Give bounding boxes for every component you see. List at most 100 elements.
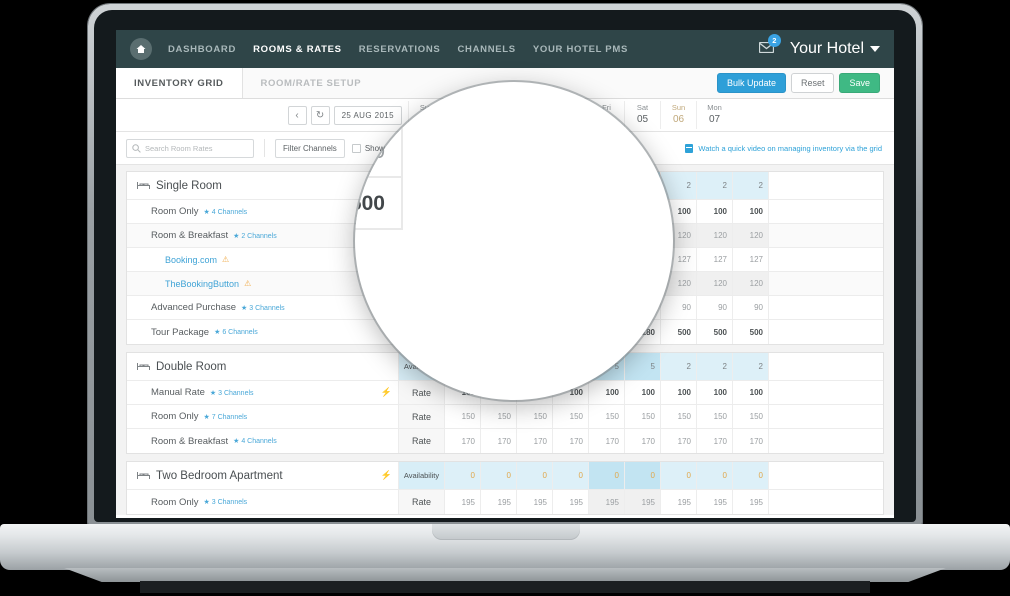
- rate-cell[interactable]: 195: [733, 490, 769, 514]
- rate-cell[interactable]: 100: [625, 381, 661, 404]
- day-header[interactable]: Sun 06: [660, 101, 696, 129]
- rate-cell[interactable]: 120: [733, 272, 769, 295]
- rate-cell[interactable]: 150: [661, 405, 697, 428]
- nav-link-your-hotel-pms[interactable]: YOUR HOTEL PMS: [533, 44, 628, 55]
- rate-cell[interactable]: 195: [661, 490, 697, 514]
- rate-cell[interactable]: 150: [445, 405, 481, 428]
- rate-cell[interactable]: 90: [733, 296, 769, 319]
- lens-rate-cell[interactable]: 600: [355, 178, 403, 228]
- rate-cell[interactable]: 150: [481, 405, 517, 428]
- availability-cell[interactable]: 0: [697, 462, 733, 489]
- channel-count[interactable]: ★ 2 Channels: [233, 232, 277, 240]
- rate-cell[interactable]: 170: [697, 429, 733, 453]
- bed-icon: [137, 472, 150, 479]
- rate-cell[interactable]: 500: [733, 320, 769, 344]
- channel-name[interactable]: Booking.com: [165, 255, 217, 265]
- availability-cell[interactable]: 0: [517, 462, 553, 489]
- availability-cell[interactable]: 0: [733, 462, 769, 489]
- rate-cell[interactable]: 170: [589, 429, 625, 453]
- availability-cell[interactable]: 2: [661, 353, 697, 380]
- hotel-name[interactable]: Your Hotel: [790, 40, 864, 58]
- nav-link-reservations[interactable]: RESERVATIONS: [359, 44, 441, 55]
- rate-cell[interactable]: 90: [661, 296, 697, 319]
- nav-link-dashboard[interactable]: DASHBOARD: [168, 44, 236, 55]
- rate-cell[interactable]: 127: [733, 248, 769, 271]
- rate-cell[interactable]: 150: [733, 405, 769, 428]
- availability-cell[interactable]: 5: [625, 353, 661, 380]
- lens-rate-cell[interactable]: 90: [355, 126, 403, 176]
- rate-cell[interactable]: 120: [733, 224, 769, 247]
- rate-cell[interactable]: 100: [589, 381, 625, 404]
- rate-cell[interactable]: 170: [481, 429, 517, 453]
- rate-cell[interactable]: 100: [697, 381, 733, 404]
- availability-cell[interactable]: 2: [697, 353, 733, 380]
- warning-icon[interactable]: ⚠: [244, 279, 251, 288]
- rate-cell[interactable]: 195: [589, 490, 625, 514]
- availability-cell[interactable]: 2: [733, 172, 769, 199]
- rate-cell[interactable]: 170: [661, 429, 697, 453]
- rate-cell[interactable]: 195: [625, 490, 661, 514]
- day-header[interactable]: Mon 07: [696, 101, 732, 129]
- rate-cell[interactable]: 100: [697, 200, 733, 223]
- watch-video-link[interactable]: Watch a quick video on managing inventor…: [685, 143, 882, 153]
- rate-cell[interactable]: 100: [661, 381, 697, 404]
- rate-cell[interactable]: 150: [697, 405, 733, 428]
- rate-cell[interactable]: 150: [553, 405, 589, 428]
- search-input[interactable]: Search Room Rates: [126, 138, 254, 158]
- cloud-home-icon[interactable]: [130, 38, 152, 60]
- refresh-icon[interactable]: ↻: [310, 105, 330, 125]
- chevron-left-icon[interactable]: ‹: [287, 105, 307, 125]
- rate-cell[interactable]: 127: [697, 248, 733, 271]
- filter-channels-button[interactable]: Filter Channels: [275, 138, 345, 158]
- rate-cell[interactable]: 170: [553, 429, 589, 453]
- channel-count[interactable]: ★ 4 Channels: [204, 208, 248, 216]
- rate-cell[interactable]: 500: [661, 320, 697, 344]
- availability-cell[interactable]: 0: [625, 462, 661, 489]
- channel-count[interactable]: ★ 3 Channels: [210, 389, 254, 397]
- reset-button[interactable]: Reset: [790, 72, 835, 94]
- rate-cell[interactable]: 120: [697, 224, 733, 247]
- envelope-icon[interactable]: 2: [758, 34, 781, 58]
- channel-count[interactable]: ★ 6 Channels: [214, 328, 258, 336]
- rate-cell[interactable]: 100: [733, 381, 769, 404]
- rate-cell[interactable]: 90: [697, 296, 733, 319]
- availability-cell[interactable]: 0: [661, 462, 697, 489]
- rate-cell[interactable]: 500: [697, 320, 733, 344]
- channel-count[interactable]: ★ 7 Channels: [204, 413, 248, 421]
- rate-cell[interactable]: 100: [733, 200, 769, 223]
- group-name: Two Bedroom Apartment: [156, 469, 283, 482]
- availability-cell[interactable]: 0: [481, 462, 517, 489]
- availability-cell[interactable]: 2: [733, 353, 769, 380]
- nav-link-rooms-rates[interactable]: ROOMS & RATES: [253, 44, 342, 55]
- save-button[interactable]: Save: [839, 72, 880, 94]
- rate-cell[interactable]: 120: [697, 272, 733, 295]
- tab-inventory-grid[interactable]: INVENTORY GRID: [116, 68, 243, 98]
- rate-cell[interactable]: 170: [733, 429, 769, 453]
- rate-cell[interactable]: 150: [589, 405, 625, 428]
- rate-cell[interactable]: 170: [445, 429, 481, 453]
- rate-cell[interactable]: 150: [625, 405, 661, 428]
- chevron-down-icon[interactable]: [870, 46, 880, 52]
- availability-cell[interactable]: 0: [445, 462, 481, 489]
- rate-cell[interactable]: 195: [697, 490, 733, 514]
- rate-cell[interactable]: 195: [553, 490, 589, 514]
- rate-cell[interactable]: 150: [517, 405, 553, 428]
- channel-count[interactable]: ★ 3 Channels: [204, 498, 248, 506]
- rate-cell[interactable]: 170: [625, 429, 661, 453]
- availability-cell[interactable]: 0: [553, 462, 589, 489]
- rate-cell[interactable]: 195: [481, 490, 517, 514]
- day-header[interactable]: Sat 05: [624, 101, 660, 129]
- rate-cell[interactable]: 195: [445, 490, 481, 514]
- warning-icon[interactable]: ⚠: [222, 255, 229, 264]
- group-name: Single Room: [156, 179, 222, 192]
- rate-cell[interactable]: 170: [517, 429, 553, 453]
- lens-rate-cell[interactable]: 120: [355, 82, 403, 124]
- bulk-update-button[interactable]: Bulk Update: [716, 72, 786, 94]
- availability-cell[interactable]: 0: [589, 462, 625, 489]
- channel-count[interactable]: ★ 4 Channels: [233, 437, 277, 445]
- rate-cell[interactable]: 195: [517, 490, 553, 514]
- channel-name[interactable]: TheBookingButton: [165, 279, 239, 289]
- availability-cell[interactable]: 2: [697, 172, 733, 199]
- channel-count[interactable]: ★ 3 Channels: [241, 304, 285, 312]
- nav-link-channels[interactable]: CHANNELS: [457, 44, 515, 55]
